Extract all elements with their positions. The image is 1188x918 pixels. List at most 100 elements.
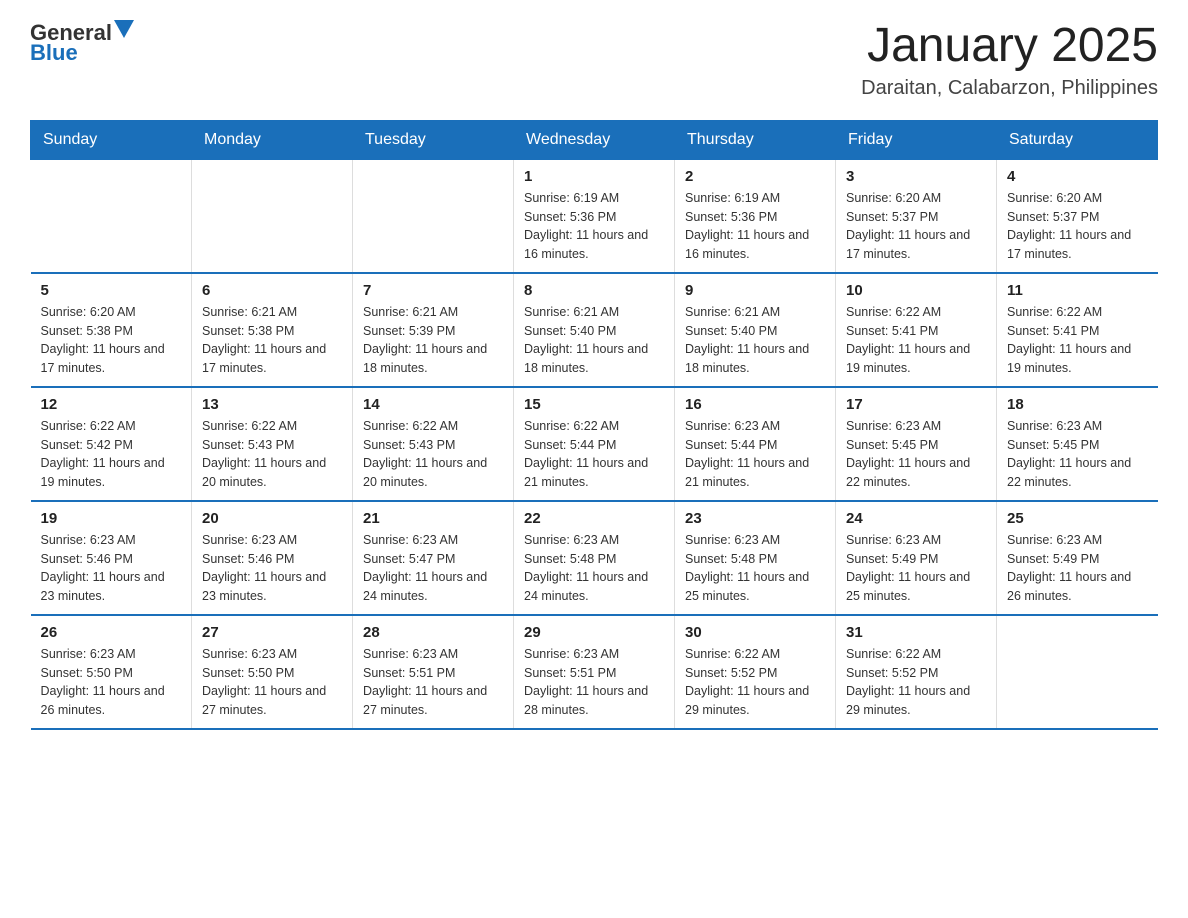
header-wednesday: Wednesday (514, 120, 675, 159)
day-info: Sunrise: 6:23 AM Sunset: 5:50 PM Dayligh… (202, 645, 342, 720)
day-info: Sunrise: 6:22 AM Sunset: 5:42 PM Dayligh… (41, 417, 182, 492)
day-number: 24 (846, 510, 986, 527)
day-number: 17 (846, 396, 986, 413)
day-info: Sunrise: 6:23 AM Sunset: 5:45 PM Dayligh… (846, 417, 986, 492)
day-info: Sunrise: 6:23 AM Sunset: 5:49 PM Dayligh… (846, 531, 986, 606)
day-cell: 4Sunrise: 6:20 AM Sunset: 5:37 PM Daylig… (997, 159, 1158, 273)
day-info: Sunrise: 6:23 AM Sunset: 5:51 PM Dayligh… (363, 645, 503, 720)
day-info: Sunrise: 6:22 AM Sunset: 5:52 PM Dayligh… (685, 645, 825, 720)
day-cell: 30 Sunrise: 6:22 AM Sunset: 5:52 PM Dayli… (675, 615, 836, 729)
day-number: 14 (363, 396, 503, 413)
week-row-5: 26 Sunrise: 6:23 AM Sunset: 5:50 PM Dayli… (31, 615, 1158, 729)
day-number: 10 (846, 282, 986, 299)
day-info: Sunrise: 6:23 AM Sunset: 5:50 PM Dayligh… (41, 645, 182, 720)
day-number: 9 (685, 282, 825, 299)
logo-triangle-icon (114, 20, 134, 40)
day-info: Sunrise: 6:21 AM Sunset: 5:40 PM Dayligh… (685, 303, 825, 378)
day-cell: 24 Sunrise: 6:23 AM Sunset: 5:49 PM Dayli… (836, 501, 997, 615)
day-number: 29 (524, 624, 664, 641)
header-thursday: Thursday (675, 120, 836, 159)
day-info: Sunrise: 6:23 AM Sunset: 5:46 PM Dayligh… (202, 531, 342, 606)
day-info: Sunrise: 6:22 AM Sunset: 5:43 PM Dayligh… (363, 417, 503, 492)
day-number: 19 (41, 510, 182, 527)
day-cell: 26 Sunrise: 6:23 AM Sunset: 5:50 PM Dayli… (31, 615, 192, 729)
day-cell: 17 Sunrise: 6:23 AM Sunset: 5:45 PM Dayli… (836, 387, 997, 501)
day-info: Sunrise: 6:23 AM Sunset: 5:49 PM Dayligh… (1007, 531, 1148, 606)
day-number: 18 (1007, 396, 1148, 413)
title-area: January 2025 Daraitan, Calabarzon, Phili… (861, 20, 1158, 100)
day-cell: 16 Sunrise: 6:23 AM Sunset: 5:44 PM Dayli… (675, 387, 836, 501)
day-cell: 22Sunrise: 6:23 AM Sunset: 5:48 PM Dayli… (514, 501, 675, 615)
day-cell: 28Sunrise: 6:23 AM Sunset: 5:51 PM Dayli… (353, 615, 514, 729)
day-info: Sunrise: 6:23 AM Sunset: 5:47 PM Dayligh… (363, 531, 503, 606)
day-number: 15 (524, 396, 664, 413)
day-number: 27 (202, 624, 342, 641)
day-number: 26 (41, 624, 182, 641)
day-number: 31 (846, 624, 986, 641)
day-cell: 18 Sunrise: 6:23 AM Sunset: 5:45 PM Dayli… (997, 387, 1158, 501)
day-number: 4 (1007, 168, 1148, 185)
day-cell: 5 Sunrise: 6:20 AM Sunset: 5:38 PM Daylig… (31, 273, 192, 387)
header-friday: Friday (836, 120, 997, 159)
week-row-1: 1Sunrise: 6:19 AM Sunset: 5:36 PM Daylig… (31, 159, 1158, 273)
day-number: 25 (1007, 510, 1148, 527)
day-info: Sunrise: 6:23 AM Sunset: 5:51 PM Dayligh… (524, 645, 664, 720)
day-number: 5 (41, 282, 182, 299)
day-info: Sunrise: 6:23 AM Sunset: 5:46 PM Dayligh… (41, 531, 182, 606)
day-number: 7 (363, 282, 503, 299)
day-cell: 21 Sunrise: 6:23 AM Sunset: 5:47 PM Dayli… (353, 501, 514, 615)
week-row-4: 19 Sunrise: 6:23 AM Sunset: 5:46 PM Dayli… (31, 501, 1158, 615)
day-info: Sunrise: 6:22 AM Sunset: 5:41 PM Dayligh… (1007, 303, 1148, 378)
day-cell: 20 Sunrise: 6:23 AM Sunset: 5:46 PM Dayli… (192, 501, 353, 615)
logo-blue-text: Blue (30, 40, 78, 66)
day-number: 6 (202, 282, 342, 299)
header: General Blue January 2025 Daraitan, Cala… (30, 20, 1158, 100)
day-cell: 6 Sunrise: 6:21 AM Sunset: 5:38 PM Daylig… (192, 273, 353, 387)
day-cell: 23Sunrise: 6:23 AM Sunset: 5:48 PM Dayli… (675, 501, 836, 615)
day-info: Sunrise: 6:20 AM Sunset: 5:37 PM Dayligh… (846, 189, 986, 264)
day-cell: 13 Sunrise: 6:22 AM Sunset: 5:43 PM Dayli… (192, 387, 353, 501)
day-cell: 25 Sunrise: 6:23 AM Sunset: 5:49 PM Dayli… (997, 501, 1158, 615)
day-number: 21 (363, 510, 503, 527)
day-number: 13 (202, 396, 342, 413)
day-number: 2 (685, 168, 825, 185)
day-cell (31, 159, 192, 273)
day-number: 20 (202, 510, 342, 527)
week-row-3: 12 Sunrise: 6:22 AM Sunset: 5:42 PM Dayli… (31, 387, 1158, 501)
day-info: Sunrise: 6:21 AM Sunset: 5:38 PM Dayligh… (202, 303, 342, 378)
day-info: Sunrise: 6:23 AM Sunset: 5:48 PM Dayligh… (524, 531, 664, 606)
day-number: 3 (846, 168, 986, 185)
day-info: Sunrise: 6:22 AM Sunset: 5:44 PM Dayligh… (524, 417, 664, 492)
day-info: Sunrise: 6:23 AM Sunset: 5:44 PM Dayligh… (685, 417, 825, 492)
day-cell: 9 Sunrise: 6:21 AM Sunset: 5:40 PM Daylig… (675, 273, 836, 387)
day-number: 11 (1007, 282, 1148, 299)
week-row-2: 5 Sunrise: 6:20 AM Sunset: 5:38 PM Daylig… (31, 273, 1158, 387)
day-cell (192, 159, 353, 273)
day-info: Sunrise: 6:21 AM Sunset: 5:39 PM Dayligh… (363, 303, 503, 378)
day-info: Sunrise: 6:22 AM Sunset: 5:43 PM Dayligh… (202, 417, 342, 492)
day-info: Sunrise: 6:22 AM Sunset: 5:41 PM Dayligh… (846, 303, 986, 378)
day-number: 12 (41, 396, 182, 413)
location-subtitle: Daraitan, Calabarzon, Philippines (861, 77, 1158, 100)
header-monday: Monday (192, 120, 353, 159)
day-info: Sunrise: 6:21 AM Sunset: 5:40 PM Dayligh… (524, 303, 664, 378)
header-saturday: Saturday (997, 120, 1158, 159)
day-cell: 31 Sunrise: 6:22 AM Sunset: 5:52 PM Dayli… (836, 615, 997, 729)
day-number: 23 (685, 510, 825, 527)
day-cell: 14 Sunrise: 6:22 AM Sunset: 5:43 PM Dayli… (353, 387, 514, 501)
day-info: Sunrise: 6:19 AM Sunset: 5:36 PM Dayligh… (524, 189, 664, 264)
day-cell: 11 Sunrise: 6:22 AM Sunset: 5:41 PM Dayli… (997, 273, 1158, 387)
calendar-table: SundayMondayTuesdayWednesdayThursdayFrid… (30, 120, 1158, 730)
day-info: Sunrise: 6:20 AM Sunset: 5:38 PM Dayligh… (41, 303, 182, 378)
day-info: Sunrise: 6:23 AM Sunset: 5:45 PM Dayligh… (1007, 417, 1148, 492)
day-cell: 12 Sunrise: 6:22 AM Sunset: 5:42 PM Dayli… (31, 387, 192, 501)
day-cell: 19 Sunrise: 6:23 AM Sunset: 5:46 PM Dayli… (31, 501, 192, 615)
logo: General Blue (30, 20, 134, 66)
day-info: Sunrise: 6:22 AM Sunset: 5:52 PM Dayligh… (846, 645, 986, 720)
day-number: 16 (685, 396, 825, 413)
day-cell: 2Sunrise: 6:19 AM Sunset: 5:36 PM Daylig… (675, 159, 836, 273)
month-title: January 2025 (861, 20, 1158, 73)
day-cell: 1Sunrise: 6:19 AM Sunset: 5:36 PM Daylig… (514, 159, 675, 273)
day-cell: 7 Sunrise: 6:21 AM Sunset: 5:39 PM Daylig… (353, 273, 514, 387)
day-number: 30 (685, 624, 825, 641)
